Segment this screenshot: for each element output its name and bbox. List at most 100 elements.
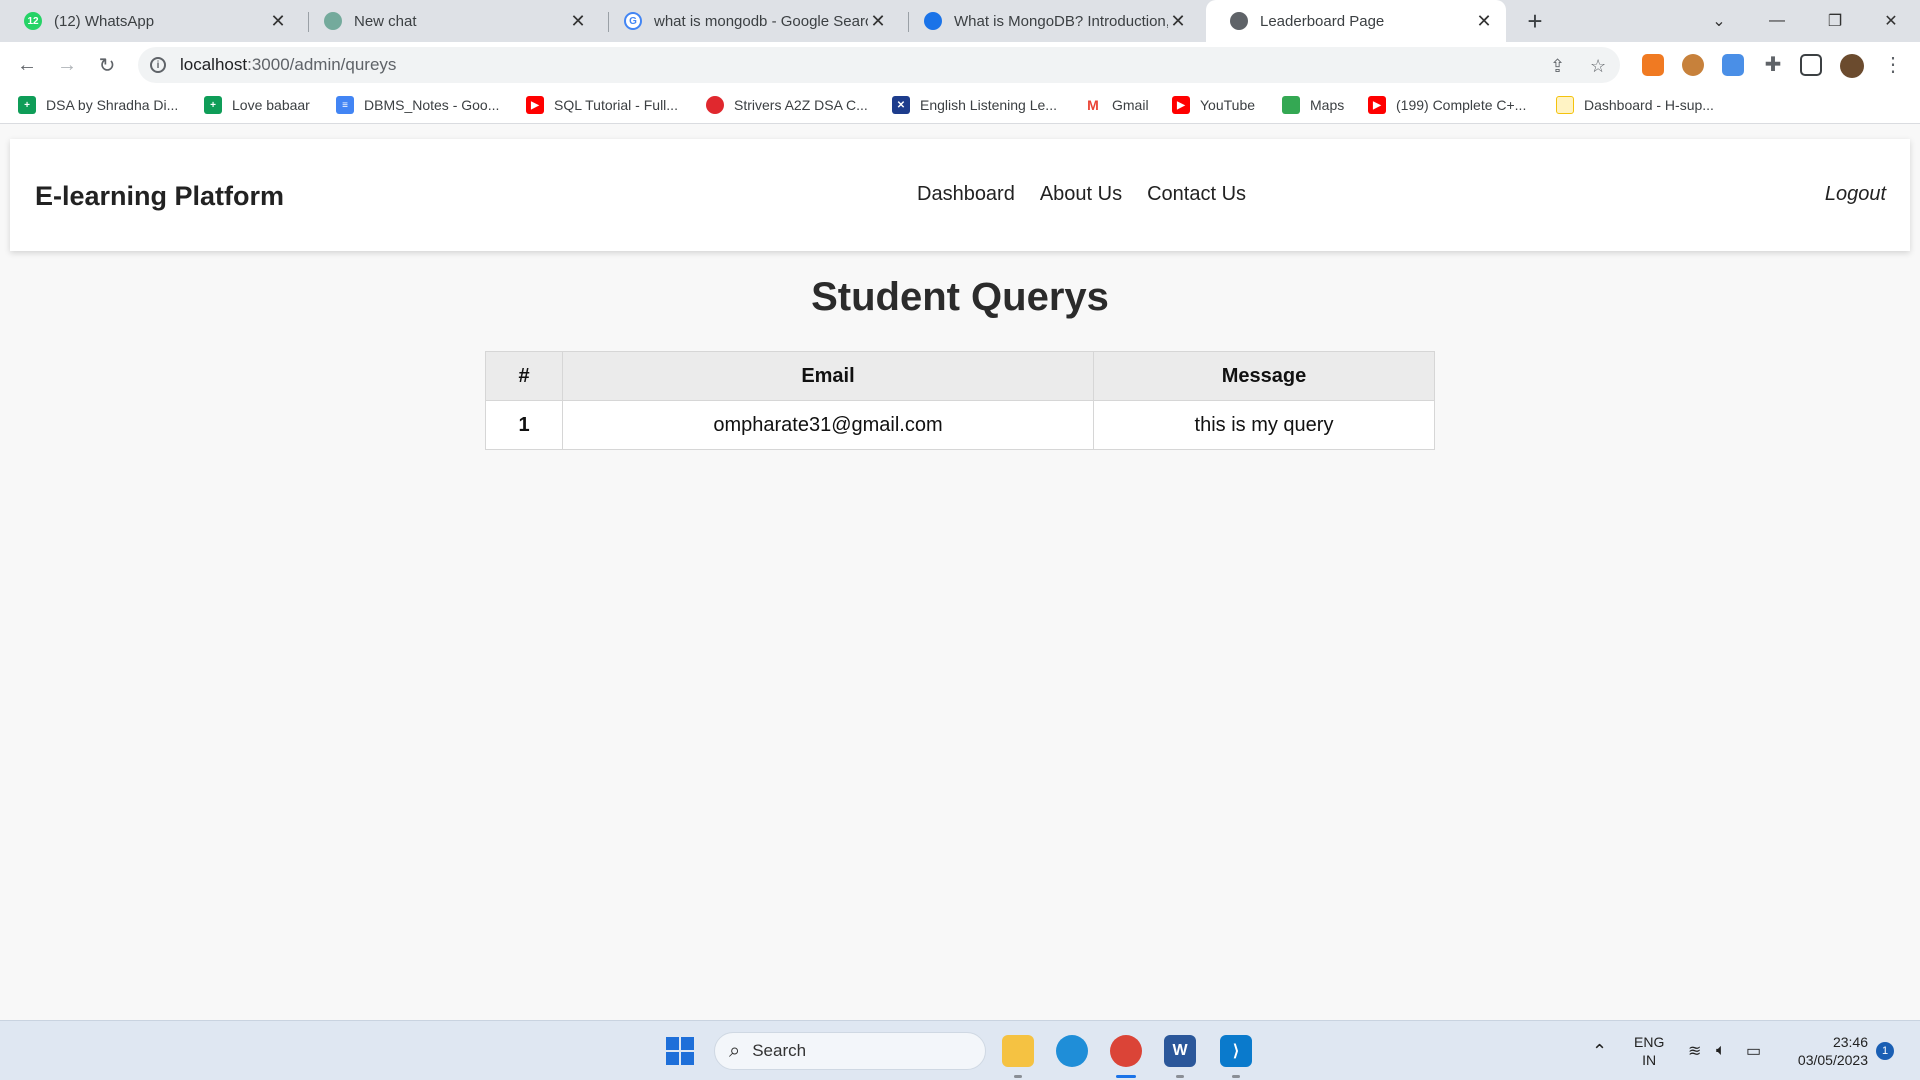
side-panel-icon[interactable] (1800, 54, 1822, 76)
extensions-puzzle-icon[interactable]: ✚ (1762, 54, 1784, 76)
volume-icon[interactable]: 🔈︎ (1716, 1021, 1726, 1080)
tab-title: Leaderboard Page (1260, 12, 1385, 30)
language-indicator[interactable]: ENG IN (1634, 1021, 1664, 1080)
site-brand[interactable]: E-learning Platform (35, 181, 284, 212)
tab-leaderboard-page[interactable]: Leaderboard Page ✕ (1206, 0, 1506, 42)
youtube-icon: ▶ (1368, 96, 1386, 114)
chatgpt-icon (324, 12, 342, 30)
tab-mongodb-intro[interactable]: What is MongoDB? Introduction, ✕ (900, 0, 1200, 42)
queries-table: # Email Message 1 ompharate31@gmail.com … (485, 351, 1435, 450)
column-header-message: Message (1093, 351, 1435, 401)
bookmark-item[interactable]: ▶ (199) Complete C+... (1368, 96, 1526, 114)
running-indicator (1176, 1075, 1184, 1078)
tab-google-search[interactable]: G what is mongodb - Google Searc ✕ (600, 0, 900, 42)
notification-badge[interactable]: 1 (1876, 1021, 1894, 1080)
page-viewport: E-learning Platform Dashboard About Us C… (0, 125, 1920, 1020)
bookmark-item[interactable]: ▶ SQL Tutorial - Full... (526, 96, 678, 114)
battery-icon[interactable]: ▭ (1746, 1021, 1761, 1080)
table-header-row: # Email Message (485, 351, 1435, 401)
taskbar-search-box[interactable]: ⌕ Search (714, 1032, 986, 1070)
word-icon[interactable]: W (1164, 1035, 1196, 1067)
nav-link-dashboard[interactable]: Dashboard (917, 183, 1015, 206)
bookmark-item[interactable]: ▶ YouTube (1172, 96, 1255, 114)
edge-browser-icon[interactable] (1056, 1035, 1088, 1067)
bookmark-item[interactable]: Dashboard - H-sup... (1556, 96, 1714, 114)
youtube-icon: ▶ (526, 96, 544, 114)
site-info-icon[interactable]: i (150, 57, 166, 73)
search-icon: ⌕ (729, 1039, 741, 1062)
windows-taskbar: ⌕ Search W ⟩ ⌃ ENG IN ≋ 🔈︎ ▭ 23:46 03/05… (0, 1020, 1920, 1080)
google-sheets-icon: + (18, 96, 36, 114)
running-indicator (1014, 1075, 1022, 1078)
cookie-extension-icon[interactable] (1682, 54, 1704, 76)
site-navbar: E-learning Platform Dashboard About Us C… (10, 139, 1910, 251)
bookmark-item[interactable]: M Gmail (1084, 96, 1149, 114)
close-tab-icon[interactable]: ✕ (1474, 11, 1494, 32)
table-row: 1 ompharate31@gmail.com this is my query (485, 400, 1435, 450)
globe-icon (1230, 12, 1248, 30)
close-window-button[interactable]: ✕ (1866, 0, 1916, 42)
whatsapp-icon: 12 (24, 12, 42, 30)
reload-icon[interactable]: ↻ (92, 50, 122, 80)
file-explorer-icon[interactable] (1002, 1035, 1034, 1067)
tab-new-chat[interactable]: New chat ✕ (300, 0, 600, 42)
bookmark-item[interactable]: + DSA by Shradha Di... (18, 96, 178, 114)
profile-avatar[interactable] (1840, 54, 1864, 78)
extension-fire-icon[interactable] (1642, 54, 1664, 76)
google-sheets-icon: + (204, 96, 222, 114)
minimize-button[interactable]: — (1752, 0, 1802, 42)
close-tab-icon[interactable]: ✕ (568, 11, 588, 32)
tuf-icon (706, 96, 724, 114)
more-menu-icon[interactable]: ⋮ (1882, 54, 1904, 76)
back-arrow-icon[interactable]: ← (12, 50, 42, 80)
close-tab-icon[interactable]: ✕ (268, 11, 288, 32)
row-email: ompharate31@gmail.com (562, 400, 1094, 450)
tab-title: New chat (354, 12, 417, 30)
uk-flag-icon: ✕ (892, 96, 910, 114)
close-tab-icon[interactable]: ✕ (868, 11, 888, 32)
bookmark-item[interactable]: ✕ English Listening Le... (892, 96, 1057, 114)
wifi-icon[interactable]: ≋ (1688, 1021, 1701, 1080)
browser-tab-strip: 12 (12) WhatsApp ✕ New chat ✕ G what is … (0, 0, 1920, 42)
running-indicator (1232, 1075, 1240, 1078)
chrome-browser-icon[interactable] (1110, 1035, 1142, 1067)
address-bar[interactable]: i localhost:3000/admin/qureys ⇪ ☆ (138, 47, 1620, 83)
tab-search-chevron-icon[interactable]: ⌄ (1694, 0, 1744, 42)
share-icon[interactable]: ⇪ (1550, 56, 1565, 77)
bookmark-item[interactable]: Strivers A2Z DSA C... (706, 96, 868, 114)
url-text: localhost:3000/admin/qureys (180, 55, 397, 74)
bookmark-item[interactable]: + Love babaar (204, 96, 310, 114)
nav-link-about-us[interactable]: About Us (1040, 183, 1122, 206)
vscode-icon[interactable]: ⟩ (1220, 1035, 1252, 1067)
maps-icon (1282, 96, 1300, 114)
forward-arrow-icon[interactable]: → (52, 50, 82, 80)
page-title: Student Querys (811, 275, 1109, 319)
nav-link-contact-us[interactable]: Contact Us (1147, 183, 1246, 206)
start-windows-icon[interactable] (664, 1035, 696, 1067)
tab-title: what is mongodb - Google Searc (654, 12, 868, 30)
restore-button[interactable]: ❐ (1810, 0, 1860, 42)
browser-toolbar: ← → ↻ i localhost:3000/admin/qureys ⇪ ☆ … (0, 42, 1920, 88)
column-header-number: # (485, 351, 563, 401)
active-indicator (1116, 1075, 1136, 1078)
google-icon: G (624, 12, 642, 30)
nav-links: Dashboard About Us Contact Us (917, 183, 1246, 206)
extension-clipboard-icon[interactable] (1722, 54, 1744, 76)
mongodb-site-icon (924, 12, 942, 30)
bookmark-star-icon[interactable]: ☆ (1590, 56, 1606, 77)
close-tab-icon[interactable]: ✕ (1168, 11, 1188, 32)
tab-whatsapp[interactable]: 12 (12) WhatsApp ✕ (0, 0, 300, 42)
row-number: 1 (485, 400, 563, 450)
youtube-icon: ▶ (1172, 96, 1190, 114)
clock[interactable]: 23:46 03/05/2023 (1784, 1021, 1868, 1080)
column-header-email: Email (562, 351, 1094, 401)
bookmark-item[interactable]: Maps (1282, 96, 1344, 114)
new-tab-button[interactable]: + (1520, 6, 1550, 36)
bookmarks-bar: + DSA by Shradha Di... + Love babaar ≡ DBMS… (0, 88, 1920, 124)
dashboard-icon (1556, 96, 1574, 114)
row-message: this is my query (1093, 400, 1435, 450)
bookmark-item[interactable]: ≡ DBMS_Notes - Goo... (336, 96, 499, 114)
logout-link[interactable]: Logout (1825, 183, 1886, 206)
tab-title: What is MongoDB? Introduction, (954, 12, 1168, 30)
show-hidden-icons-chevron-icon[interactable]: ⌃ (1592, 1021, 1607, 1080)
